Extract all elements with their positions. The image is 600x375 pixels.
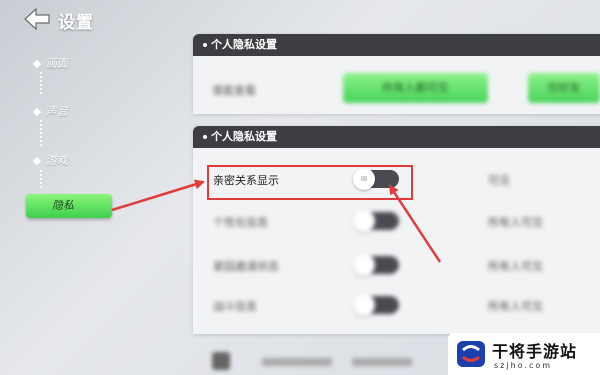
arrow-to-highlight <box>111 179 205 212</box>
watermark-title: 干将手游站 <box>492 342 578 361</box>
watermark-url: szjho.com <box>494 361 553 370</box>
arrow-to-toggle <box>388 184 442 263</box>
site-logo-icon <box>457 341 485 367</box>
annotation-arrows <box>111 179 442 263</box>
